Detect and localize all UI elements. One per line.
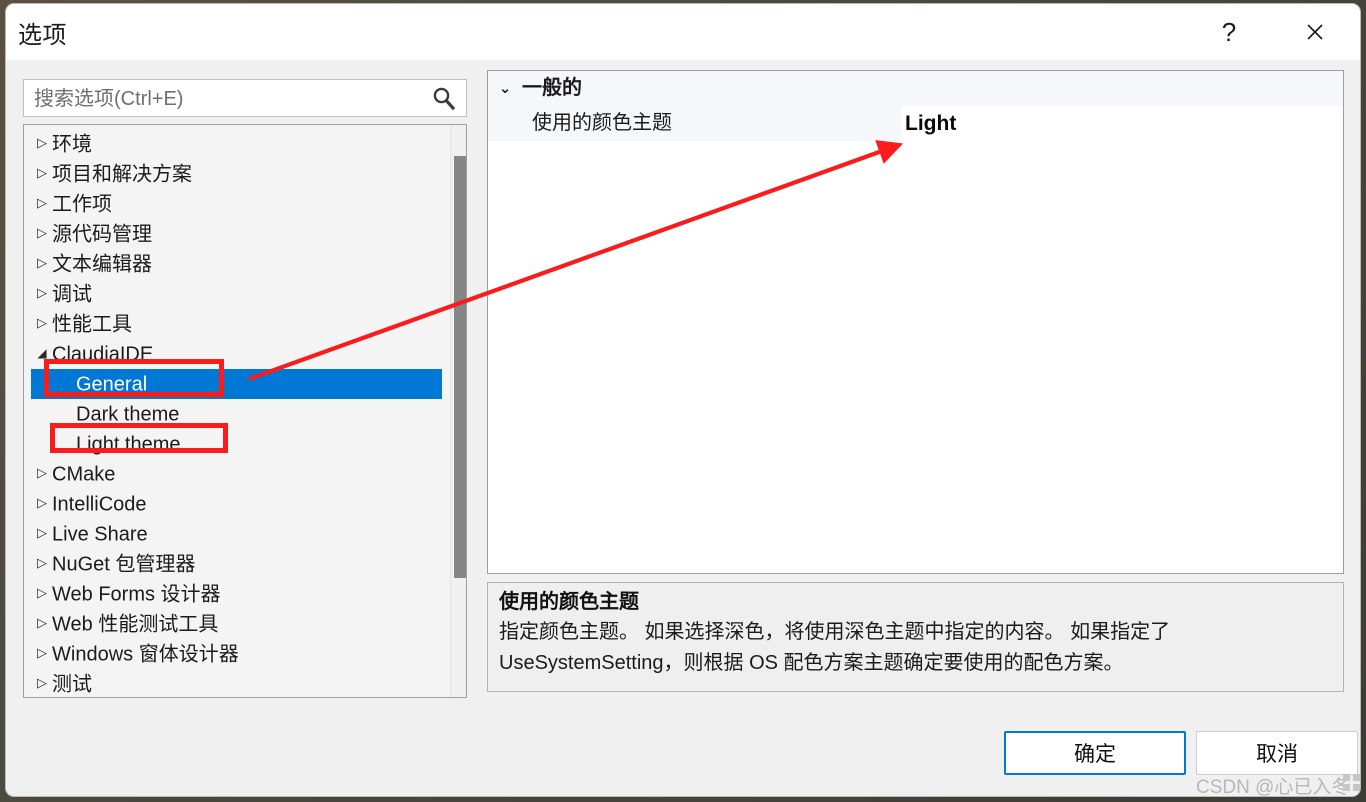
options-dialog: 选项 ? ▷环境▷项目和解决方案▷工作项▷源代码管理▷文本编辑器▷调试▷性能工具… <box>6 4 1360 796</box>
tree-item-label: CMake <box>52 463 116 486</box>
tree-item-源代码管理[interactable]: ▷ 源代码管理 <box>24 219 452 249</box>
tree-item-label: General <box>76 373 148 396</box>
property-category-row[interactable]: ⌄ 一般的 <box>488 71 1343 106</box>
tree-item-web-性能测试工具[interactable]: ▷ Web 性能测试工具 <box>24 609 452 639</box>
tree-item-label: Dark theme <box>76 403 180 426</box>
tree-item-label: 调试 <box>52 283 92 306</box>
tree-item-调试[interactable]: ▷ 调试 <box>24 279 452 309</box>
triangle-right-icon[interactable]: ▷ <box>32 608 52 638</box>
page-title: 选项 <box>18 22 67 49</box>
tree-item-intellicode[interactable]: ▷ IntelliCode <box>24 489 452 519</box>
chevron-down-icon[interactable]: ⌄ <box>488 71 522 106</box>
cancel-button[interactable]: 取消 <box>1196 731 1358 775</box>
tree-item-性能工具[interactable]: ▷ 性能工具 <box>24 309 452 339</box>
tree-item-label: IntelliCode <box>52 493 147 516</box>
tree-item-dark-theme[interactable]: Dark theme <box>24 399 452 429</box>
help-button[interactable]: ? <box>1199 4 1259 60</box>
tree-item-测试[interactable]: ▷ 测试 <box>24 668 452 697</box>
triangle-right-icon[interactable]: ▷ <box>32 578 52 608</box>
tree-item-label: Web 性能测试工具 <box>52 613 219 636</box>
description-pane: 使用的颜色主题 指定颜色主题。 如果选择深色，将使用深色主题中指定的内容。 如果… <box>487 582 1344 692</box>
tree-item-label: 文本编辑器 <box>52 253 152 276</box>
close-icon <box>1307 24 1323 40</box>
triangle-right-icon[interactable]: ▷ <box>32 668 52 697</box>
property-category-label: 一般的 <box>522 77 582 99</box>
tree-item-light-theme[interactable]: Light theme <box>24 429 452 459</box>
watermark-text: CSDN @心已入冬 <box>1196 777 1351 796</box>
tree-item-general[interactable]: General <box>31 369 442 399</box>
triangle-right-icon[interactable]: ▷ <box>32 638 52 668</box>
triangle-right-icon[interactable]: ▷ <box>32 308 52 338</box>
tree-item-live-share[interactable]: ▷ Live Share <box>24 519 452 549</box>
triangle-right-icon[interactable]: ▷ <box>32 548 52 578</box>
tree-item-环境[interactable]: ▷ 环境 <box>24 129 452 159</box>
triangle-right-icon[interactable]: ▷ <box>32 518 52 548</box>
triangle-right-icon[interactable]: ▷ <box>32 488 52 518</box>
tree-item-label: NuGet 包管理器 <box>52 553 196 576</box>
options-tree: ▷ 环境 ▷ 项目和解决方案 ▷ 工作项 ▷ 源代码管理 ▷ 文本编辑器 ▷ 调试 ▷ 性能工具 ◢ Clau… <box>24 129 452 697</box>
triangle-right-icon[interactable]: ▷ <box>32 188 52 218</box>
close-button[interactable] <box>1285 4 1345 60</box>
tree-scrollbar-thumb[interactable] <box>454 156 466 578</box>
property-value: Light <box>905 112 957 135</box>
triangle-right-icon[interactable]: ▷ <box>32 248 52 278</box>
tree-item-label: 性能工具 <box>52 313 132 336</box>
tree-scrollbar[interactable] <box>450 125 466 697</box>
tree-item-label: 测试 <box>52 673 92 696</box>
tree-item-label: 工作项 <box>52 193 112 216</box>
search-input[interactable] <box>32 80 426 118</box>
title-bar: 选项 ? <box>6 4 1360 60</box>
desktop-background: 选项 ? ▷环境▷项目和解决方案▷工作项▷源代码管理▷文本编辑器▷调试▷性能工具… <box>0 0 1366 802</box>
property-row-color-theme[interactable]: 使用的颜色主题 Light <box>488 106 1343 141</box>
tree-item-label: ClaudiaIDE <box>52 343 154 366</box>
triangle-right-icon[interactable]: ▷ <box>32 158 52 188</box>
search-box[interactable] <box>23 79 467 118</box>
triangle-right-icon[interactable]: ▷ <box>32 458 52 488</box>
description-title: 使用的颜色主题 <box>499 591 639 613</box>
tree-item-claudiaide[interactable]: ◢ ClaudiaIDE <box>24 339 452 369</box>
tree-item-label: Live Share <box>52 523 148 546</box>
triangle-right-icon[interactable]: ▷ <box>32 128 52 158</box>
options-tree-panel[interactable]: ▷ 环境 ▷ 项目和解决方案 ▷ 工作项 ▷ 源代码管理 ▷ 文本编辑器 ▷ 调试 ▷ 性能工具 ◢ Clau… <box>23 124 467 698</box>
description-body: 指定颜色主题。 如果选择深色，将使用深色主题中指定的内容。 如果指定了 UseS… <box>499 621 1171 674</box>
tree-item-label: Light theme <box>76 433 181 456</box>
tree-item-web-forms-设计器[interactable]: ▷ Web Forms 设计器 <box>24 579 452 609</box>
property-value-cell[interactable]: Light <box>901 106 1343 141</box>
property-name: 使用的颜色主题 <box>532 112 672 134</box>
tree-item-项目和解决方案[interactable]: ▷ 项目和解决方案 <box>24 159 452 189</box>
ok-button[interactable]: 确定 <box>1004 731 1186 775</box>
triangle-right-icon[interactable]: ▷ <box>32 218 52 248</box>
tree-item-label: 环境 <box>52 133 92 156</box>
triangle-right-icon[interactable]: ▷ <box>32 278 52 308</box>
triangle-down-icon[interactable]: ◢ <box>32 338 52 368</box>
tree-item-工作项[interactable]: ▷ 工作项 <box>24 189 452 219</box>
search-icon <box>433 87 456 111</box>
tree-item-文本编辑器[interactable]: ▷ 文本编辑器 <box>24 249 452 279</box>
tree-item-nuget-包管理器[interactable]: ▷ NuGet 包管理器 <box>24 549 452 579</box>
tree-item-label: 项目和解决方案 <box>52 163 192 186</box>
tree-item-cmake[interactable]: ▷ CMake <box>24 459 452 489</box>
tree-item-label: 源代码管理 <box>52 223 152 246</box>
tree-item-label: Web Forms 设计器 <box>52 583 221 606</box>
tree-item-label: Windows 窗体设计器 <box>52 643 239 666</box>
tree-item-windows-窗体设计器[interactable]: ▷ Windows 窗体设计器 <box>24 639 452 669</box>
property-grid[interactable]: ⌄ 一般的 使用的颜色主题 Light <box>487 70 1344 574</box>
